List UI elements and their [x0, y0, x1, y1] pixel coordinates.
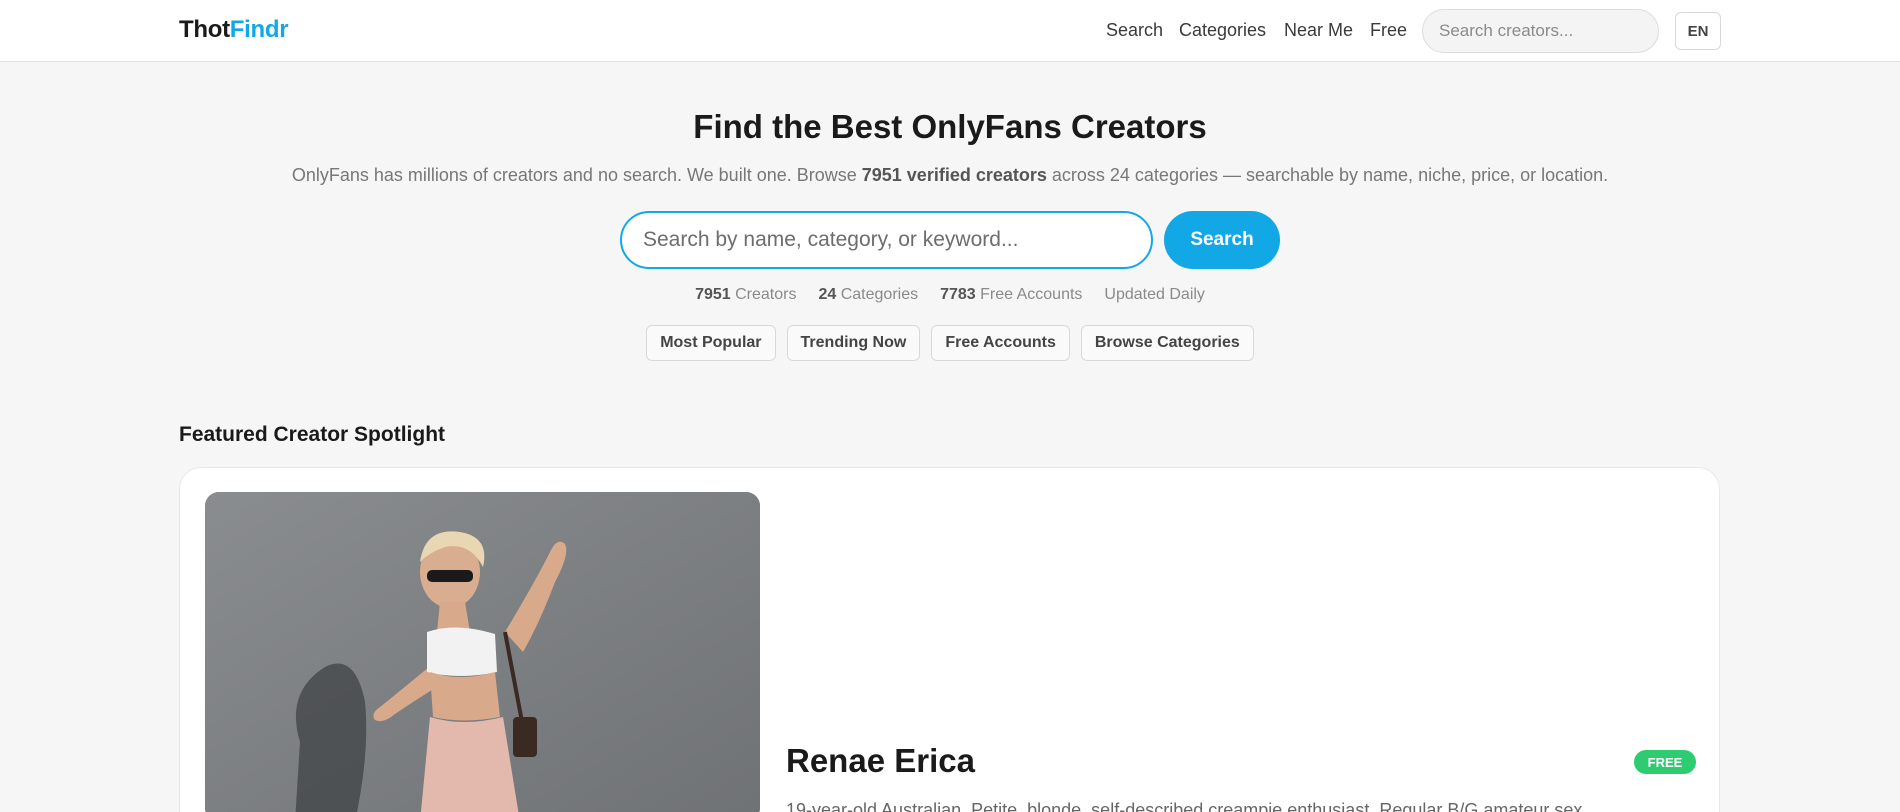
- stat-categories-value: 24: [818, 286, 837, 303]
- chip-browse-categories[interactable]: Browse Categories: [1080, 325, 1254, 361]
- stat-free-accounts: 7783 Free Accounts: [940, 286, 1082, 304]
- stat-creators: 7951 Creators: [695, 286, 796, 304]
- chip-free-accounts[interactable]: Free Accounts: [931, 325, 1070, 361]
- creator-bio: 19-year-old Australian. Petite, blonde, …: [786, 800, 1583, 812]
- featured-section-title: Featured Creator Spotlight: [179, 423, 446, 446]
- stat-categories: 24 Categories: [818, 286, 918, 304]
- hero-subtitle: OnlyFans has millions of creators and no…: [0, 165, 1900, 186]
- language-button[interactable]: EN: [1675, 12, 1721, 50]
- stat-categories-label: Categories: [840, 286, 919, 303]
- nav-free[interactable]: Free: [1370, 20, 1407, 41]
- creator-photo[interactable]: [205, 492, 760, 812]
- main-search-input[interactable]: [620, 211, 1153, 269]
- top-navbar: ThotFindr Search Categories Near Me Free…: [0, 0, 1900, 62]
- hero-subtitle-after: across 24 categories — searchable by nam…: [1046, 165, 1609, 185]
- nav-categories[interactable]: Categories: [1179, 20, 1266, 41]
- stat-free-value: 7783: [940, 286, 976, 303]
- stat-creators-label: Creators: [735, 286, 797, 303]
- quick-filter-chips: Most Popular Trending Now Free Accounts …: [0, 325, 1900, 361]
- header-search-input[interactable]: [1422, 9, 1659, 53]
- page-title: Find the Best OnlyFans Creators: [693, 108, 1207, 145]
- main-search-button[interactable]: Search: [1164, 211, 1280, 269]
- featured-creator-card[interactable]: Renae Erica FREE 19-year-old Australian.…: [179, 467, 1720, 812]
- creator-photo-illustration: [205, 492, 760, 812]
- nav-near-me[interactable]: Near Me: [1284, 20, 1353, 41]
- stat-free-label: Free Accounts: [980, 286, 1083, 303]
- logo-part-2: Findr: [229, 16, 289, 43]
- nav-search[interactable]: Search: [1106, 20, 1163, 41]
- logo-part-1: Thot: [179, 16, 230, 43]
- free-badge: FREE: [1634, 750, 1696, 774]
- creator-name[interactable]: Renae Erica: [786, 742, 975, 780]
- stat-creators-value: 7951: [695, 286, 731, 303]
- logo[interactable]: ThotFindr: [179, 16, 289, 44]
- chip-most-popular[interactable]: Most Popular: [646, 325, 776, 361]
- stat-updated: Updated Daily: [1104, 286, 1205, 303]
- chip-trending-now[interactable]: Trending Now: [786, 325, 921, 361]
- hero-subtitle-bold: 7951 verified creators: [861, 165, 1047, 185]
- hero-subtitle-before: OnlyFans has millions of creators and no…: [291, 165, 862, 185]
- stats-bar: 7951 Creators 24 Categories 7783 Free Ac…: [0, 286, 1900, 304]
